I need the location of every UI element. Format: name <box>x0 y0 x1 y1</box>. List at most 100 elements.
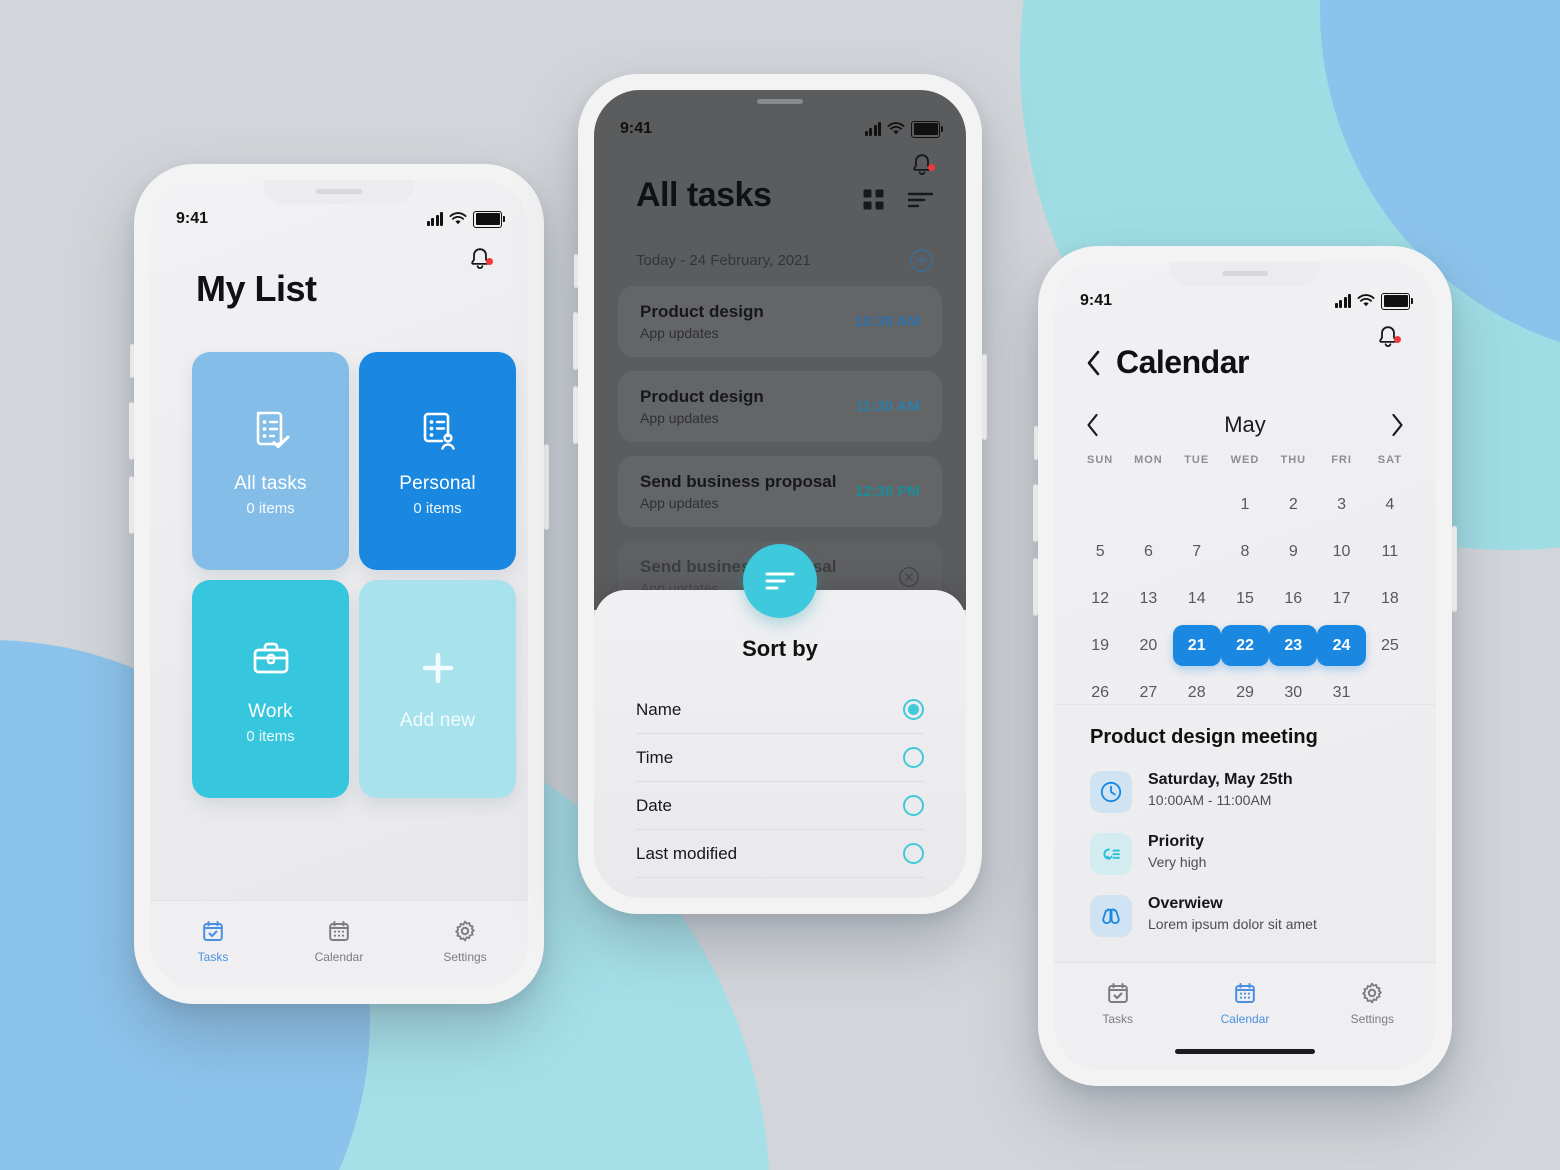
card-work[interactable]: Work 0 items <box>192 580 349 798</box>
status-time: 9:41 <box>1080 292 1113 309</box>
sort-option-time[interactable]: Time <box>636 734 924 782</box>
calendar-day[interactable]: 30 <box>1269 672 1317 713</box>
task-row[interactable]: Product design App updates 10:30 AM <box>618 286 942 357</box>
task-time: 12:30 PM <box>854 483 920 500</box>
calendar-day[interactable]: 25 <box>1366 625 1414 666</box>
calendar-day[interactable]: 11 <box>1366 531 1414 572</box>
notifications-button[interactable] <box>468 246 493 277</box>
event-row-priority[interactable]: Priority Very high <box>1090 833 1406 875</box>
grid-icon[interactable] <box>862 188 885 211</box>
side-button-volume-down[interactable] <box>1033 558 1038 616</box>
card-label: All tasks <box>234 473 307 494</box>
side-button-volume-up[interactable] <box>573 312 578 370</box>
calendar-day[interactable]: 12 <box>1076 578 1124 619</box>
calendar-day[interactable]: 13 <box>1124 578 1172 619</box>
plus-circle-icon[interactable] <box>909 248 934 273</box>
screen-calendar: 9:41 Calendar May SUN MON TUE WED THU FR… <box>1054 262 1436 1070</box>
side-button-volume-up[interactable] <box>1033 484 1038 542</box>
event-row-time[interactable]: Saturday, May 25th 10:00AM - 11:00AM <box>1090 771 1406 813</box>
option-label: Name <box>636 699 682 719</box>
close-circle-icon[interactable] <box>898 566 920 588</box>
month-navigator: May <box>1084 412 1406 438</box>
tab-calendar[interactable]: Calendar <box>276 919 402 988</box>
calendar-day[interactable]: 31 <box>1317 672 1365 713</box>
calendar-day[interactable]: 10 <box>1317 531 1365 572</box>
side-button-power[interactable] <box>1452 526 1457 612</box>
calendar-day[interactable]: 19 <box>1076 625 1124 666</box>
calendar-day[interactable]: 26 <box>1076 672 1124 713</box>
weekday-label: WED <box>1230 454 1260 466</box>
event-row-label: Priority <box>1148 833 1205 850</box>
status-time: 9:41 <box>176 210 209 227</box>
tab-settings[interactable]: Settings <box>402 919 528 988</box>
task-row[interactable]: Send business proposal App updates 12:30… <box>618 456 942 527</box>
calendar-day[interactable]: 7 <box>1173 531 1221 572</box>
side-button-volume-down[interactable] <box>129 476 134 534</box>
calendar-day[interactable]: 15 <box>1221 578 1269 619</box>
card-label: Personal <box>399 473 476 494</box>
calendar-day-selected[interactable]: 21 <box>1172 625 1221 666</box>
calendar-day[interactable]: 2 <box>1269 484 1317 525</box>
radio-selected[interactable] <box>903 699 924 720</box>
card-personal[interactable]: Personal 0 items <box>359 352 516 570</box>
calendar-day[interactable]: 1 <box>1221 484 1269 525</box>
notifications-button[interactable] <box>910 152 935 183</box>
card-add-new[interactable]: Add new <box>359 580 516 798</box>
calendar-day[interactable]: 3 <box>1317 484 1365 525</box>
calendar-day[interactable]: 29 <box>1221 672 1269 713</box>
calendar-day[interactable]: 4 <box>1366 484 1414 525</box>
chevron-left-icon[interactable] <box>1084 412 1102 438</box>
tab-tasks[interactable]: Tasks <box>1054 981 1181 1070</box>
event-row-value: Very high <box>1148 854 1207 870</box>
side-button-volume-down[interactable] <box>573 386 578 444</box>
sort-option-last-modified[interactable]: Last modified <box>636 830 924 878</box>
icon-tile <box>1090 895 1132 937</box>
calendar-day[interactable]: 18 <box>1366 578 1414 619</box>
icon-tile <box>1090 771 1132 813</box>
chevron-left-icon[interactable] <box>1084 348 1104 378</box>
sort-lines-icon[interactable] <box>907 190 934 210</box>
chevron-right-icon[interactable] <box>1388 412 1406 438</box>
side-button-mute[interactable] <box>574 254 578 288</box>
calendar-day-selected[interactable]: 23 <box>1269 625 1318 666</box>
radio-unselected[interactable] <box>903 843 924 864</box>
status-bar: 9:41 <box>1054 290 1436 312</box>
event-row-label: Saturday, May 25th <box>1148 771 1293 788</box>
side-button-power[interactable] <box>982 354 987 440</box>
calendar-day-selected[interactable]: 22 <box>1220 625 1270 666</box>
earpiece-speaker <box>757 99 803 104</box>
side-button-mute[interactable] <box>130 344 134 378</box>
side-button-mute[interactable] <box>1034 426 1038 460</box>
calendar-day[interactable]: 28 <box>1173 672 1221 713</box>
task-name: Product design <box>640 387 764 406</box>
calendar-day[interactable]: 20 <box>1124 625 1172 666</box>
device-notch <box>1170 262 1320 286</box>
calendar-day[interactable]: 5 <box>1076 531 1124 572</box>
radio-unselected[interactable] <box>903 747 924 768</box>
side-button-volume-up[interactable] <box>129 402 134 460</box>
tab-tasks[interactable]: Tasks <box>150 919 276 988</box>
card-all-tasks[interactable]: All tasks 0 items <box>192 352 349 570</box>
calendar-day[interactable]: 17 <box>1317 578 1365 619</box>
side-button-power[interactable] <box>544 444 549 530</box>
calendar-day[interactable]: 27 <box>1124 672 1172 713</box>
gear-icon <box>1362 982 1383 1004</box>
calendar-day[interactable]: 6 <box>1124 531 1172 572</box>
sort-fab-button[interactable] <box>743 544 817 618</box>
radio-unselected[interactable] <box>903 795 924 816</box>
card-count: 0 items <box>413 500 462 517</box>
calendar-day[interactable]: 16 <box>1269 578 1317 619</box>
event-row-overview[interactable]: Overwiew Lorem ipsum dolor sit amet <box>1090 895 1406 937</box>
earpiece-speaker <box>316 189 362 194</box>
calendar-day[interactable]: 9 <box>1269 531 1317 572</box>
task-row[interactable]: Product design App updates 11:30 AM <box>618 371 942 442</box>
tab-settings[interactable]: Settings <box>1309 981 1436 1070</box>
tab-calendar[interactable]: Calendar <box>1181 981 1308 1070</box>
sort-option-name[interactable]: Name <box>636 686 924 734</box>
sort-option-date[interactable]: Date <box>636 782 924 830</box>
calendar-day[interactable]: 8 <box>1221 531 1269 572</box>
notifications-button[interactable] <box>1376 324 1401 355</box>
calendar-day-selected[interactable]: 24 <box>1317 625 1366 666</box>
calendar-check-icon <box>203 921 223 941</box>
calendar-day[interactable]: 14 <box>1173 578 1221 619</box>
